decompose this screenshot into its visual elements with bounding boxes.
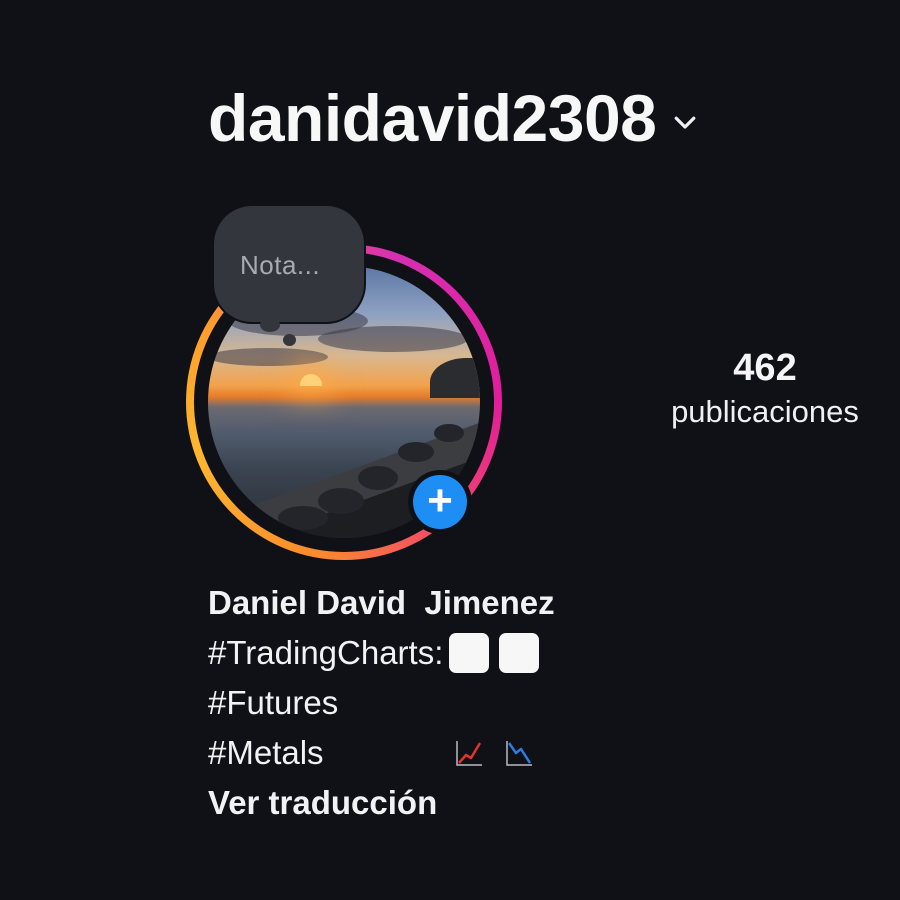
note-bubble[interactable]: Nota... — [214, 206, 364, 322]
posts-label: publicaciones — [671, 394, 859, 429]
note-bubble-tail-large — [260, 318, 280, 332]
profile-full-name: Daniel David Jimenez — [208, 584, 555, 621]
hashtag-tradingcharts[interactable]: #TradingCharts: — [208, 628, 443, 678]
add-story-button[interactable]: + — [408, 470, 472, 534]
profile-bio: Daniel David Jimenez #TradingCharts: #Fu… — [208, 578, 555, 828]
chart-increasing-icon — [449, 633, 490, 766]
posts-stat[interactable]: 462 publicaciones — [640, 344, 890, 432]
note-bubble-tail-small — [283, 334, 296, 346]
bio-line-trading: #TradingCharts: — [208, 628, 555, 766]
chevron-down-icon — [675, 116, 696, 129]
sun — [300, 374, 322, 386]
plus-icon: + — [413, 475, 467, 529]
note-placeholder: Nota... — [240, 250, 321, 280]
username: danidavid2308 — [208, 81, 657, 155]
username-switcher[interactable]: danidavid2308 — [208, 78, 700, 158]
cliff — [430, 358, 480, 398]
chart-decreasing-icon — [499, 633, 540, 766]
posts-count: 462 — [733, 347, 797, 389]
